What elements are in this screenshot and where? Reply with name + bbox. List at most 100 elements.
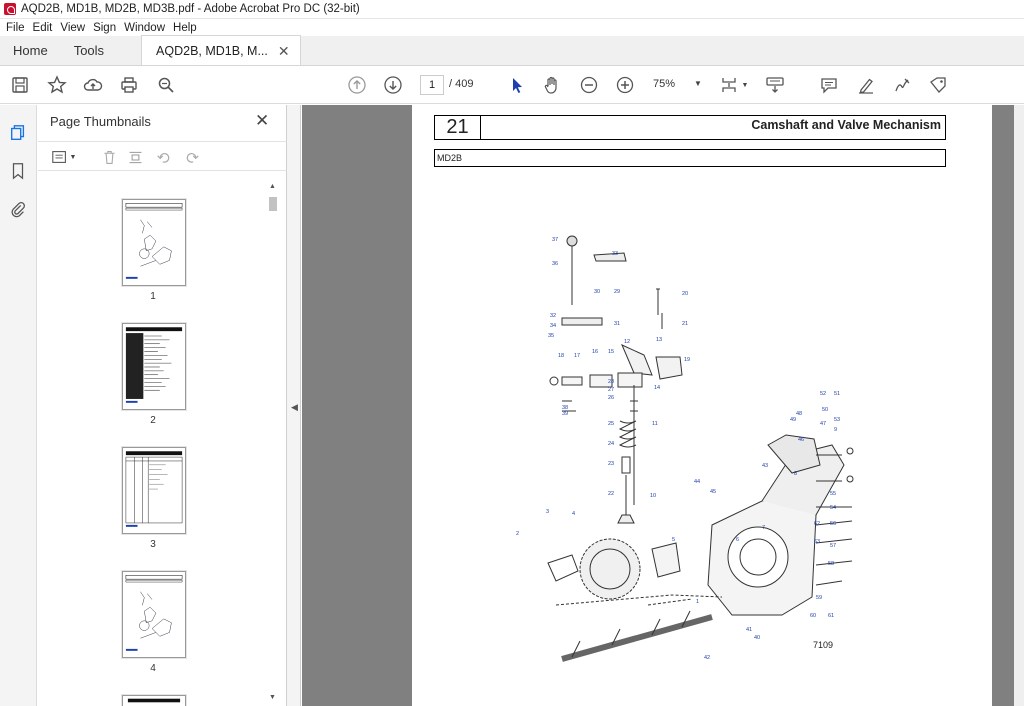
- callout-number: 43: [762, 463, 768, 469]
- cloud-upload-icon[interactable]: [82, 74, 104, 96]
- zoom-in-icon[interactable]: [614, 74, 636, 96]
- zoom-level[interactable]: 75%: [653, 78, 675, 90]
- callout-number: 42: [704, 655, 710, 661]
- page-thumbnails-icon[interactable]: [8, 123, 28, 143]
- delete-icon[interactable]: [99, 147, 119, 167]
- menu-sign[interactable]: Sign: [91, 22, 122, 34]
- callout-number: 20: [682, 291, 688, 297]
- left-rail: [0, 105, 37, 706]
- callout-number: 15: [608, 349, 614, 355]
- document-view[interactable]: 21 Camshaft and Valve Mechanism MD2B 37 …: [302, 105, 1024, 706]
- select-cursor-icon[interactable]: [506, 74, 528, 96]
- chevron-down-icon[interactable]: ▼: [694, 79, 702, 88]
- callout-number: 50: [822, 407, 828, 413]
- menu-file[interactable]: File: [4, 22, 31, 34]
- callout-number: 32: [550, 313, 556, 319]
- pdf-page: 21 Camshaft and Valve Mechanism MD2B 37 …: [412, 105, 992, 706]
- thumbnail-page-1[interactable]: [122, 199, 186, 286]
- scroll-down-icon[interactable]: ▼: [269, 694, 276, 701]
- callout-number: 21: [682, 321, 688, 327]
- tab-home[interactable]: Home: [0, 36, 61, 65]
- callout-number: 46: [798, 437, 804, 443]
- chevron-down-icon[interactable]: ▼: [740, 74, 750, 96]
- save-icon[interactable]: [9, 74, 31, 96]
- chevron-down-icon[interactable]: ▼: [68, 147, 78, 167]
- menu-window[interactable]: Window: [122, 22, 171, 34]
- menu-bar: File Edit View Sign Window Help: [0, 19, 1024, 36]
- scroll-up-icon[interactable]: ▲: [269, 183, 276, 190]
- search-icon[interactable]: [155, 74, 177, 96]
- tab-document[interactable]: AQD2B, MD1B, M... ✕: [141, 35, 301, 65]
- callout-number: 1: [696, 599, 699, 605]
- page-fit-icon[interactable]: [718, 74, 740, 96]
- callout-number: 29: [614, 289, 620, 295]
- scroll-thumb[interactable]: [269, 197, 277, 211]
- callout-number: 60: [810, 613, 816, 619]
- callout-number: 28: [608, 379, 614, 385]
- bookmark-icon[interactable]: [8, 161, 28, 181]
- callout-number: 51: [834, 391, 840, 397]
- hand-tool-icon[interactable]: [541, 74, 563, 96]
- close-icon[interactable]: ✕: [255, 111, 269, 131]
- callout-number: 47: [820, 421, 826, 427]
- callout-number: 54: [830, 505, 836, 511]
- callout-number: 55: [830, 491, 836, 497]
- callout-number: 6: [736, 537, 739, 543]
- attachment-icon[interactable]: [8, 199, 28, 219]
- callout-number: 53: [834, 417, 840, 423]
- thumbnail-page-5[interactable]: [122, 695, 186, 706]
- callout-number: 45: [710, 489, 716, 495]
- section-header: 21 Camshaft and Valve Mechanism: [434, 115, 946, 140]
- callout-number: 23: [608, 461, 614, 467]
- callout-number: 41: [746, 627, 752, 633]
- callout-number: 35: [548, 333, 554, 339]
- callout-number: 18: [558, 353, 564, 359]
- title-bar: AQD2B, MD1B, MD2B, MD3B.pdf - Adobe Acro…: [0, 0, 1024, 19]
- panel-splitter[interactable]: ◀: [287, 105, 301, 706]
- thumbnail-page-4[interactable]: [122, 571, 186, 658]
- callout-number: 49: [790, 417, 796, 423]
- previous-page-icon[interactable]: [346, 74, 368, 96]
- next-page-icon[interactable]: [382, 74, 404, 96]
- highlight-pen-icon[interactable]: [855, 74, 877, 96]
- callout-number: 56: [830, 521, 836, 527]
- print-icon[interactable]: [118, 74, 140, 96]
- star-icon[interactable]: [46, 74, 68, 96]
- tab-bar: Home Tools AQD2B, MD1B, M... ✕: [0, 35, 1024, 66]
- collapse-panel-icon[interactable]: ◀: [291, 402, 298, 413]
- callout-number: 48: [796, 411, 802, 417]
- callout-number: 63: [814, 539, 820, 545]
- callout-number: 25: [608, 421, 614, 427]
- thumbnail-page-2[interactable]: [122, 323, 186, 410]
- page-number-input[interactable]: 1: [420, 75, 444, 95]
- callout-number: 13: [656, 337, 662, 343]
- callout-number: 30: [594, 289, 600, 295]
- tab-tools[interactable]: Tools: [61, 36, 117, 65]
- rotate-left-icon[interactable]: [154, 147, 174, 167]
- callout-number: 36: [552, 261, 558, 267]
- options-menu-icon[interactable]: [50, 147, 70, 167]
- diagram-lines: [547, 235, 854, 662]
- thumbnail-list: 1 2 3 4: [38, 181, 276, 706]
- sign-icon[interactable]: [891, 74, 913, 96]
- document-scrollbar[interactable]: [1014, 105, 1024, 706]
- extract-page-icon[interactable]: [125, 147, 145, 167]
- close-icon[interactable]: ✕: [278, 36, 290, 66]
- keyboard-scroll-icon[interactable]: [764, 74, 786, 96]
- thumbnail-page-3[interactable]: [122, 447, 186, 534]
- callout-number: 34: [550, 323, 556, 329]
- thumbnail-label: 3: [150, 539, 156, 550]
- panel-title: Page Thumbnails: [50, 114, 151, 129]
- callout-number: 31: [614, 321, 620, 327]
- edit-tag-icon[interactable]: [927, 74, 949, 96]
- menu-edit[interactable]: Edit: [31, 22, 59, 34]
- callout-number: 38: [562, 405, 568, 411]
- page-thumbnails-panel: Page Thumbnails ✕ ▼ 1 2 3 4 ▲ ▼: [38, 105, 287, 706]
- menu-view[interactable]: View: [58, 22, 91, 34]
- menu-help[interactable]: Help: [171, 22, 203, 34]
- comment-icon[interactable]: [818, 74, 840, 96]
- thumbnail-scrollbar[interactable]: ▲ ▼: [268, 181, 278, 706]
- callout-number: 11: [652, 421, 658, 427]
- rotate-right-icon[interactable]: [181, 147, 201, 167]
- zoom-out-icon[interactable]: [578, 74, 600, 96]
